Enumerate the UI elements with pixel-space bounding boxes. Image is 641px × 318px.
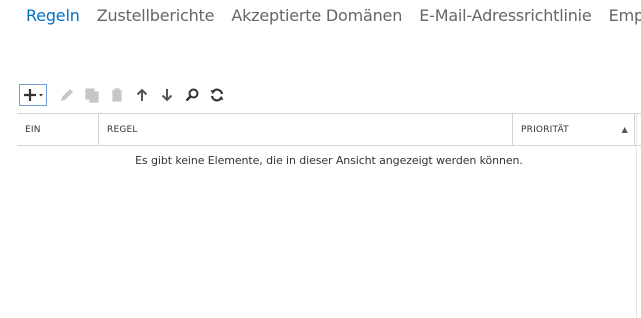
delete-button[interactable]	[106, 83, 128, 107]
arrow-up-icon	[136, 88, 148, 101]
refresh-icon	[210, 88, 224, 102]
move-up-button[interactable]	[131, 83, 153, 107]
pencil-icon	[60, 88, 74, 102]
tab-bar: Regeln Zustellberichte Akzeptierte Domän…	[26, 6, 641, 25]
column-header-prioritaet[interactable]: PRIORITÄT ▲	[513, 114, 635, 145]
grid-header: EIN REGEL PRIORITÄT ▲	[17, 114, 641, 146]
column-header-regel-label: REGEL	[107, 124, 138, 135]
edit-button[interactable]	[56, 83, 78, 107]
add-button[interactable]	[19, 84, 47, 106]
move-down-button[interactable]	[156, 83, 178, 107]
toolbar	[19, 82, 231, 108]
column-header-prioritaet-label: PRIORITÄT	[521, 124, 569, 135]
sort-ascending-icon: ▲	[621, 125, 628, 134]
tab-regeln[interactable]: Regeln	[26, 6, 80, 25]
trash-icon	[112, 88, 122, 102]
tab-akzeptierte-domaenen[interactable]: Akzeptierte Domänen	[231, 6, 402, 25]
empty-message: Es gibt keine Elemente, die in dieser An…	[135, 154, 523, 167]
tab-zustellberichte[interactable]: Zustellberichte	[97, 6, 215, 25]
search-button[interactable]	[181, 83, 203, 107]
column-header-ein-label: EIN	[25, 124, 41, 135]
search-icon	[185, 88, 199, 102]
copy-button[interactable]	[81, 83, 103, 107]
copy-icon	[85, 88, 99, 103]
grid-divider	[636, 113, 637, 318]
refresh-button[interactable]	[206, 83, 228, 107]
plus-dropdown-icon	[24, 89, 43, 101]
rules-grid: EIN REGEL PRIORITÄT ▲ Es gibt keine Elem…	[17, 113, 641, 318]
tab-email-adressrichtlinie[interactable]: E-Mail-Adressrichtlinie	[419, 6, 592, 25]
tab-empfaenger[interactable]: Empfar	[609, 6, 641, 25]
column-header-regel[interactable]: REGEL	[99, 114, 513, 145]
column-header-ein[interactable]: EIN	[17, 114, 99, 145]
arrow-down-icon	[161, 89, 173, 102]
